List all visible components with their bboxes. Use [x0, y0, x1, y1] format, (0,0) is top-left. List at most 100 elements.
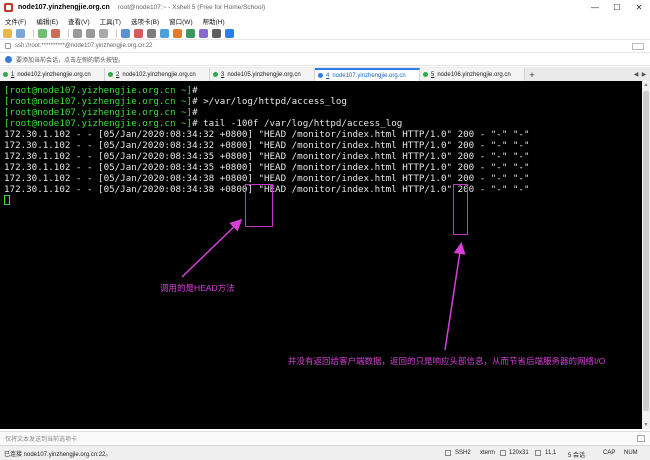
cursor-position-icon — [535, 450, 541, 456]
address-bar[interactable]: ssh://root:**********@node107.yinzhengji… — [0, 40, 650, 53]
new-session-icon[interactable] — [3, 28, 12, 38]
log-line: 172.30.1.102 - - [05/Jan/2020:08:34:32 +… — [4, 140, 530, 151]
info-bar: 要添加当前会话，点击左侧的箭头按钮。 — [0, 53, 650, 66]
menu-bar: 文件(F) 编辑(E) 查看(V) 工具(T) 选项卡(B) 窗口(W) 帮助(… — [0, 14, 650, 27]
window-subtitle: root@node107:~ - Xshell 5 (Free for Home… — [117, 3, 266, 11]
menu-tab[interactable]: 选项卡(B) — [126, 16, 164, 26]
tab-session-2[interactable]: 2 node102.yinzhengjie.org.cn — [105, 68, 210, 81]
fullscreen-icon[interactable] — [186, 28, 195, 38]
tab-label: node102.yinzhengjie.org.cn — [122, 71, 196, 78]
log-line: 172.30.1.102 - - [05/Jan/2020:08:34:38 +… — [4, 173, 530, 184]
toolbar-divider — [116, 28, 117, 38]
open-folder-icon[interactable] — [16, 28, 25, 38]
disconnect-icon[interactable] — [51, 28, 60, 38]
menu-file[interactable]: 文件(F) — [0, 16, 31, 26]
menu-view[interactable]: 查看(V) — [63, 16, 95, 26]
response-body-highlight-box — [453, 184, 468, 235]
script-icon[interactable] — [173, 28, 182, 38]
info-icon — [5, 55, 12, 63]
info-text: 要添加当前会话，点击左侧的箭头按钮。 — [16, 57, 125, 64]
tab-label: node106.yinzhengjie.org.cn — [437, 71, 511, 78]
toolbar-divider — [68, 28, 69, 38]
head-method-highlight-box — [245, 184, 273, 227]
layout-icon[interactable] — [199, 28, 208, 38]
scroll-thumb[interactable] — [643, 91, 649, 411]
connect-icon[interactable] — [38, 28, 47, 38]
status-sessions: 5 会话 — [568, 453, 586, 459]
shell-prompt: [root@node107.yizhengjie.org.cn ~] — [4, 107, 193, 118]
log-line: 172.30.1.102 - - [05/Jan/2020:08:34:38 +… — [4, 184, 530, 195]
globe-icon[interactable] — [121, 28, 130, 38]
find-icon[interactable] — [99, 28, 108, 38]
terminal-line: [root@node107.yizhengjie.org.cn ~]# — [4, 107, 642, 118]
tab-session-3[interactable]: 3 node105.yinzhengjie.org.cn — [210, 68, 315, 81]
command-text: # tail -100f /var/log/httpd/access_log — [192, 118, 403, 129]
terminal-line: [root@node107.yizhengjie.org.cn ~]# — [4, 85, 642, 96]
tab-session-1[interactable]: 1 node102.yinzhengjie.org.cn — [0, 68, 105, 81]
command-text: # — [192, 85, 198, 96]
tab-label: node105.yinzhengjie.org.cn — [227, 71, 301, 78]
command-text: # — [192, 107, 198, 118]
shell-prompt: [root@node107.yizhengjie.org.cn ~] — [4, 85, 193, 96]
font-icon[interactable] — [134, 28, 143, 38]
connection-status: 已连接 node107.yinzhengjie.org.cn:22。 — [4, 451, 112, 458]
command-text: # >/var/log/httpd/access_log — [192, 96, 347, 107]
menu-edit[interactable]: 编辑(E) — [31, 16, 63, 26]
compose-options-icon[interactable] — [637, 435, 645, 442]
tab-label: node102.yinzhengjie.org.cn — [17, 71, 91, 78]
compose-bar[interactable]: 仅将文本发送到当前选项卡 — [0, 431, 650, 444]
tab-session-5[interactable]: 5 node106.yinzhengjie.org.cn — [420, 68, 525, 81]
tab-scroll-left-icon[interactable]: ◀ — [632, 69, 640, 79]
tab-scroll-right-icon[interactable]: ▶ — [640, 69, 648, 79]
shell-prompt: [root@node107.yizhengjie.org.cn ~] — [4, 96, 193, 107]
status-dot-icon — [423, 72, 428, 77]
log-line: 172.30.1.102 - - [05/Jan/2020:08:34:32 +… — [4, 129, 530, 140]
scroll-up-icon[interactable]: ▲ — [642, 81, 650, 89]
terminal-scrollbar[interactable]: ▲ ▼ — [642, 81, 650, 429]
session-address[interactable]: ssh://root:**********@node107.yinzhengji… — [15, 43, 153, 49]
window-title: node107.yinzhengjie.org.cn — [18, 3, 110, 11]
address-dropdown-icon[interactable] — [632, 43, 644, 50]
terminal-line: [root@node107.yizhengjie.org.cn ~]# tail… — [4, 118, 642, 129]
scroll-down-icon[interactable]: ▼ — [642, 421, 650, 429]
menu-tools[interactable]: 工具(T) — [95, 16, 126, 26]
status-dot-icon — [213, 72, 218, 77]
lock-icon[interactable] — [147, 28, 156, 38]
log-line: 172.30.1.102 - - [05/Jan/2020:08:34:35 +… — [4, 162, 530, 173]
terminal-line — [4, 195, 642, 206]
menu-window[interactable]: 窗口(W) — [164, 16, 197, 26]
terminal-cursor — [4, 195, 10, 205]
status-caps: CAP — [603, 450, 616, 456]
minimize-button[interactable]: — — [584, 0, 606, 14]
close-button[interactable]: ✕ — [628, 0, 650, 14]
lock-icon — [5, 43, 11, 49]
window-controls: — ☐ ✕ — [584, 0, 650, 14]
lock-icon — [445, 450, 451, 456]
menu-help[interactable]: 帮助(H) — [198, 16, 230, 26]
terminal-area[interactable]: [root@node107.yizhengjie.org.cn ~]# [roo… — [0, 81, 642, 429]
add-tab-button[interactable]: + — [525, 68, 539, 81]
status-num: NUM — [624, 450, 638, 456]
tab-number: 2 — [116, 71, 120, 78]
status-bar: 已连接 node107.yinzhengjie.org.cn:22。 SSH2 … — [0, 445, 650, 460]
tab-number: 3 — [221, 71, 225, 78]
terminal-line: [root@node107.yizhengjie.org.cn ~]# >/va… — [4, 96, 642, 107]
paste-icon[interactable] — [86, 28, 95, 38]
tab-session-4[interactable]: 4 node107.yinzhengjie.org.cn — [315, 68, 420, 81]
compose-input[interactable]: 仅将文本发送到当前选项卡 — [5, 434, 77, 443]
terminal-size-icon — [500, 450, 506, 456]
help-icon[interactable] — [225, 28, 234, 38]
title-bar: node107.yinzhengjie.org.cn root@node107:… — [0, 0, 650, 14]
keyboard-icon[interactable] — [212, 28, 221, 38]
xshell-app-icon — [4, 2, 13, 12]
copy-icon[interactable] — [73, 28, 82, 38]
tab-label: node107.yinzhengjie.org.cn — [332, 72, 406, 79]
tab-bar: 1 node102.yinzhengjie.org.cn 2 node102.y… — [0, 67, 650, 81]
transfer-icon[interactable] — [160, 28, 169, 38]
status-terminal-type: xterm — [480, 450, 495, 456]
status-dot-icon — [318, 73, 323, 78]
tab-number: 4 — [326, 72, 330, 79]
status-cursor-pos: 11,1 — [545, 450, 557, 456]
status-dot-icon — [108, 72, 113, 77]
maximize-button[interactable]: ☐ — [606, 0, 628, 14]
